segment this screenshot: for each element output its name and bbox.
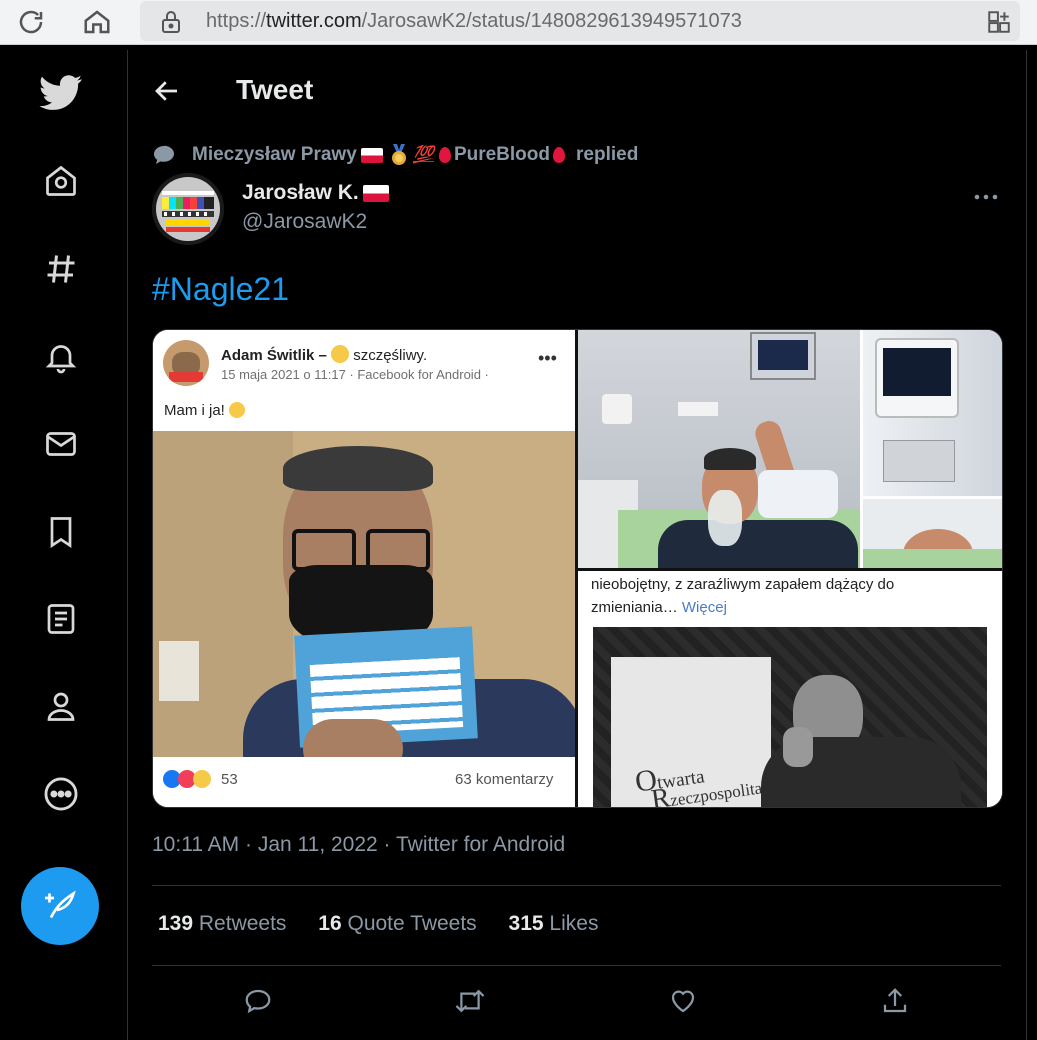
like-icon[interactable] [665,983,701,1019]
fb-author: Adam Świtlik – szczęśliwy. [221,345,428,364]
share-icon[interactable] [877,983,913,1019]
bed-photo [863,499,1002,568]
context-badge-text: PureBlood [453,144,550,165]
article-text: nieobojętny, z zaraźliwym zapałem dążący… [591,576,895,593]
messages-envelope-icon[interactable] [38,421,84,467]
divider [152,965,1001,966]
lists-icon[interactable] [38,596,84,642]
more-circle-icon[interactable] [38,771,84,817]
banner: Otwarta Rzeczpospolita [611,657,771,807]
fb-meta: 15 maja 2021 o 11:17 · Facebook for Andr… [221,367,489,382]
fb-more-icon: ••• [538,348,557,368]
monitor [750,332,816,380]
author-display-name[interactable]: Jarosław K. [242,181,393,205]
reply-context: Mieczysław Prawy 💯 PureBlood replied [152,142,638,168]
speaker-photo: Otwarta Rzeczpospolita [593,627,987,807]
fb-avatar [163,340,209,386]
reply-icon[interactable] [240,983,276,1019]
back-arrow-icon[interactable] [152,76,182,111]
smile-emoji-icon [331,345,350,363]
divider [152,885,1001,886]
monitor-photo [863,330,1002,496]
hundred-icon: 💯 [412,145,434,164]
tweet-media[interactable]: Adam Świtlik – szczęśliwy. 15 maja 2021 … [152,329,1003,808]
hospital-photo [578,330,860,568]
address-bar[interactable]: https://twitter.com/JarosawK2/status/148… [140,1,1020,41]
quote-tweets-stat[interactable]: 16 Quote Tweets [318,912,476,935]
context-action: replied [576,144,639,165]
blood-drop-icon [438,147,451,163]
reload-icon[interactable] [16,7,46,42]
compose-feather-icon [42,886,78,927]
wow-reaction-icon [193,770,211,788]
more-options-icon[interactable] [973,180,999,208]
bookmark-icon[interactable] [38,509,84,555]
author-handle[interactable]: @JarosawK2 [242,210,367,234]
retweets-stat[interactable]: 139 Retweets [158,912,286,935]
explore-hashtag-icon[interactable] [38,246,84,292]
reply-bubble-icon [152,143,176,167]
lock-icon[interactable] [160,10,182,39]
twitter-logo-icon[interactable] [38,70,84,116]
profile-icon[interactable] [38,683,84,729]
compose-tweet-button[interactable] [21,867,99,945]
likes-stat[interactable]: 315 Likes [509,912,599,935]
poland-flag-icon [360,147,383,163]
page-title: Tweet [236,74,314,105]
blood-drop-icon [553,147,565,163]
home-icon[interactable] [82,7,112,42]
collections-icon[interactable] [986,9,1012,40]
notifications-bell-icon[interactable] [38,334,84,380]
fb-post-text: Mam i ja! [164,402,246,419]
wink-emoji-icon [229,402,246,418]
facebook-post-image: Adam Świtlik – szczęśliwy. 15 maja 2021 … [153,330,575,807]
poland-flag-icon [362,184,389,202]
retweet-icon[interactable] [452,983,488,1019]
article-text-2: zmieniania… Więcej [591,599,727,616]
column-border [1026,50,1027,1040]
browser-toolbar: https://twitter.com/JarosawK2/status/148… [0,0,1037,45]
fb-reactions: 53 [163,770,238,788]
context-user-name[interactable]: Mieczysław Prawy [192,144,357,166]
tweet-hashtag-link[interactable]: #Nagle21 [152,271,289,308]
url-text: https://twitter.com/JarosawK2/status/148… [206,10,742,32]
home-icon[interactable] [38,158,84,204]
article-image: nieobojętny, z zaraźliwym zapałem dążący… [578,571,1002,807]
tweet-timestamp[interactable]: 10:11 AM · Jan 11, 2022 · Twitter for An… [152,833,565,857]
avatar[interactable] [152,173,224,245]
fb-comments: 63 komentarzy [455,771,554,788]
tweet-stats: 139 Retweets 16 Quote Tweets 315 Likes [158,912,598,936]
medal-icon [389,144,409,166]
vaccination-photo [153,431,575,757]
